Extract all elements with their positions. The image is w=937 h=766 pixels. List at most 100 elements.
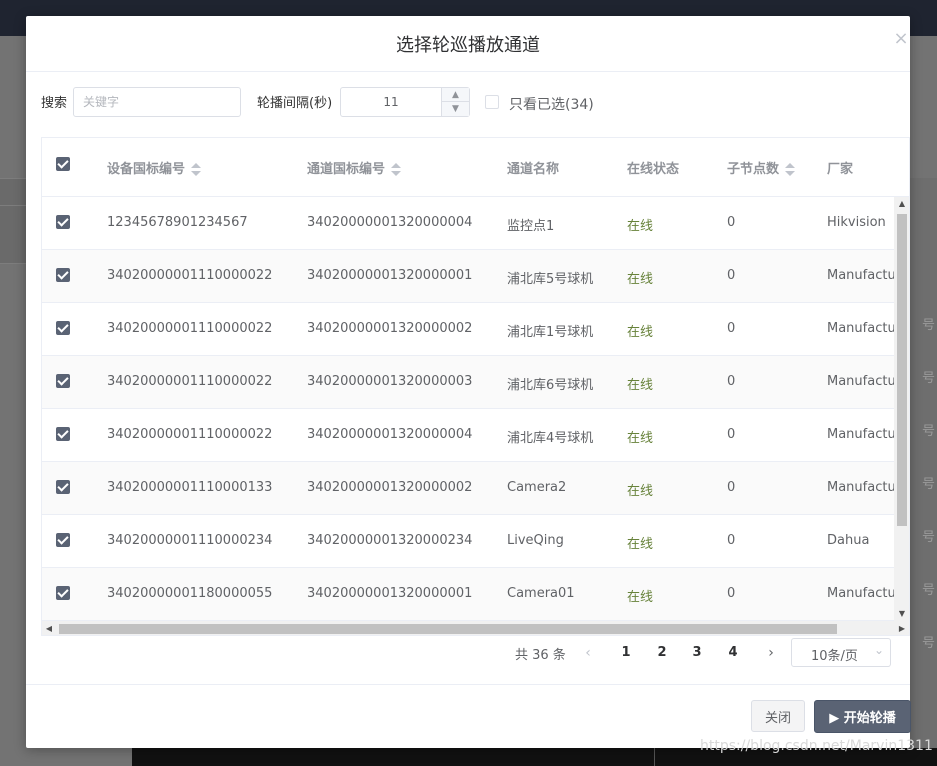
cell-vendor: Manufacturer xyxy=(827,268,894,283)
cell-vendor: Manufacturer xyxy=(827,427,894,442)
app-background-text: 号 xyxy=(922,636,936,651)
app-background-row xyxy=(0,178,27,206)
cell-vendor: Dahua xyxy=(827,533,870,548)
interval-value[interactable]: 11 xyxy=(341,88,441,116)
only-checked-label[interactable]: 只看已选(34) xyxy=(509,94,594,114)
table-row[interactable]: 34020000001110000133 3402000000132000000… xyxy=(42,462,894,515)
page-number[interactable]: 4 xyxy=(721,641,745,665)
cell-channel-id: 34020000001320000002 xyxy=(307,321,473,336)
cell-channel-name: LiveQing xyxy=(507,533,564,548)
column-header-channel[interactable]: 通道国标编号 xyxy=(307,158,402,177)
cell-children: 0 xyxy=(727,427,736,442)
row-checkbox[interactable] xyxy=(56,321,70,335)
cell-channel-name: 浦北库1号球机 xyxy=(507,325,594,340)
cell-channel-name: 浦北库6号球机 xyxy=(507,378,594,393)
cell-vendor: Manufacturer xyxy=(827,480,894,495)
chevron-right-icon[interactable]: › xyxy=(759,641,783,665)
cell-channel-name: Camera2 xyxy=(507,480,567,495)
page-number-current[interactable]: 2 xyxy=(650,641,674,665)
app-background-row xyxy=(0,206,27,264)
table-row[interactable]: 34020000001180000055 3402000000132000000… xyxy=(42,568,894,621)
row-checkbox[interactable] xyxy=(56,533,70,547)
cell-status: 在线 xyxy=(627,537,654,552)
cell-status: 在线 xyxy=(627,378,654,393)
sort-icon[interactable] xyxy=(391,162,402,177)
cell-channel-id: 34020000001320000001 xyxy=(307,586,473,601)
row-checkbox[interactable] xyxy=(56,374,70,388)
column-header-vendor: 厂家 xyxy=(827,162,854,177)
chevron-left-icon[interactable]: ‹ xyxy=(576,641,600,665)
row-checkbox[interactable] xyxy=(56,586,70,600)
start-rotation-button[interactable]: ▶ 开始轮播 xyxy=(814,700,911,733)
table-row[interactable]: 34020000001110000022 3402000000132000000… xyxy=(42,303,894,356)
cell-status: 在线 xyxy=(627,272,654,287)
table-row[interactable]: 12345678901234567 34020000001320000004 监… xyxy=(42,197,894,250)
page-size-select[interactable]: 10条/页 ⌄ xyxy=(791,638,891,667)
scroll-down-icon[interactable]: ▼ xyxy=(894,607,909,621)
app-background-text: 号 xyxy=(922,371,936,386)
cell-channel-name: Camera01 xyxy=(507,586,575,601)
app-background-text: 号 xyxy=(922,318,936,333)
row-checkbox[interactable] xyxy=(56,480,70,494)
column-header-device[interactable]: 设备国标编号 xyxy=(107,158,202,177)
search-input[interactable] xyxy=(73,87,241,117)
app-background-text: 号 xyxy=(922,583,936,598)
cell-device-id: 34020000001110000234 xyxy=(107,533,273,548)
chevron-down-icon[interactable]: ▼ xyxy=(442,102,469,116)
row-checkbox[interactable] xyxy=(56,427,70,441)
row-checkbox[interactable] xyxy=(56,215,70,229)
app-background-text: 号 xyxy=(922,477,936,492)
page-size-value: 10条/页 xyxy=(811,649,858,664)
page-number[interactable]: 1 xyxy=(614,641,638,665)
sort-icon[interactable] xyxy=(191,162,202,177)
footer-divider xyxy=(26,684,910,685)
cell-status: 在线 xyxy=(627,325,654,340)
cell-channel-id: 34020000001320000004 xyxy=(307,215,473,230)
cell-device-id: 34020000001110000022 xyxy=(107,374,273,389)
cell-device-id: 12345678901234567 xyxy=(107,215,248,230)
row-checkbox[interactable] xyxy=(56,268,70,282)
cell-channel-id: 34020000001320000002 xyxy=(307,480,473,495)
close-button[interactable]: 关闭 xyxy=(751,700,805,732)
cell-children: 0 xyxy=(727,374,736,389)
horizontal-scrollbar[interactable]: ◀ xyxy=(42,621,894,635)
table-body: 12345678901234567 34020000001320000004 监… xyxy=(42,197,894,621)
vertical-scroll-thumb[interactable] xyxy=(897,214,907,526)
channel-table: 设备国标编号 通道国标编号 通道名称 在线状态 子节点数 厂家 12345678… xyxy=(41,137,910,636)
app-background-divider xyxy=(654,748,655,766)
channel-select-dialog: 选择轮巡播放通道 × 搜索 轮播间隔(秒) 11 ▲ ▼ 只看已选(34) 设备… xyxy=(26,16,911,748)
only-checked-checkbox[interactable] xyxy=(485,95,499,109)
cell-children: 0 xyxy=(727,586,736,601)
sort-icon[interactable] xyxy=(785,162,796,177)
stepper-buttons: ▲ ▼ xyxy=(441,88,469,116)
column-header-name: 通道名称 xyxy=(507,162,560,177)
cell-status: 在线 xyxy=(627,590,654,605)
app-background-column xyxy=(910,178,937,766)
column-header-children[interactable]: 子节点数 xyxy=(727,158,796,177)
pagination-total: 共 36 条 xyxy=(515,648,566,663)
table-header: 设备国标编号 通道国标编号 通道名称 在线状态 子节点数 厂家 xyxy=(42,138,909,197)
vertical-scrollbar[interactable]: ▲ ▼ xyxy=(894,197,909,621)
close-icon[interactable]: × xyxy=(892,28,910,50)
dialog-title: 选择轮巡播放通道 xyxy=(396,35,540,56)
table-row[interactable]: 34020000001110000022 3402000000132000000… xyxy=(42,250,894,303)
interval-stepper[interactable]: 11 ▲ ▼ xyxy=(340,87,470,117)
scroll-left-icon[interactable]: ◀ xyxy=(42,621,56,635)
table-row[interactable]: 34020000001110000234 3402000000132000023… xyxy=(42,515,894,568)
cell-channel-id: 34020000001320000003 xyxy=(307,374,473,389)
column-header-status: 在线状态 xyxy=(627,162,680,177)
scroll-up-icon[interactable]: ▲ xyxy=(894,197,909,211)
page-number[interactable]: 3 xyxy=(685,641,709,665)
cell-channel-name: 监控点1 xyxy=(507,219,555,234)
cell-status: 在线 xyxy=(627,484,654,499)
select-all-checkbox[interactable] xyxy=(56,157,70,171)
horizontal-scroll-thumb[interactable] xyxy=(59,624,837,634)
table-row[interactable]: 34020000001110000022 3402000000132000000… xyxy=(42,356,894,409)
chevron-up-icon[interactable]: ▲ xyxy=(442,88,469,102)
cell-device-id: 34020000001110000022 xyxy=(107,268,273,283)
cell-vendor: Manufacturer xyxy=(827,374,894,389)
table-row[interactable]: 34020000001110000022 3402000000132000000… xyxy=(42,409,894,462)
cell-status: 在线 xyxy=(627,431,654,446)
scroll-right-icon[interactable]: ▶ xyxy=(894,621,909,635)
cell-device-id: 34020000001110000133 xyxy=(107,480,273,495)
